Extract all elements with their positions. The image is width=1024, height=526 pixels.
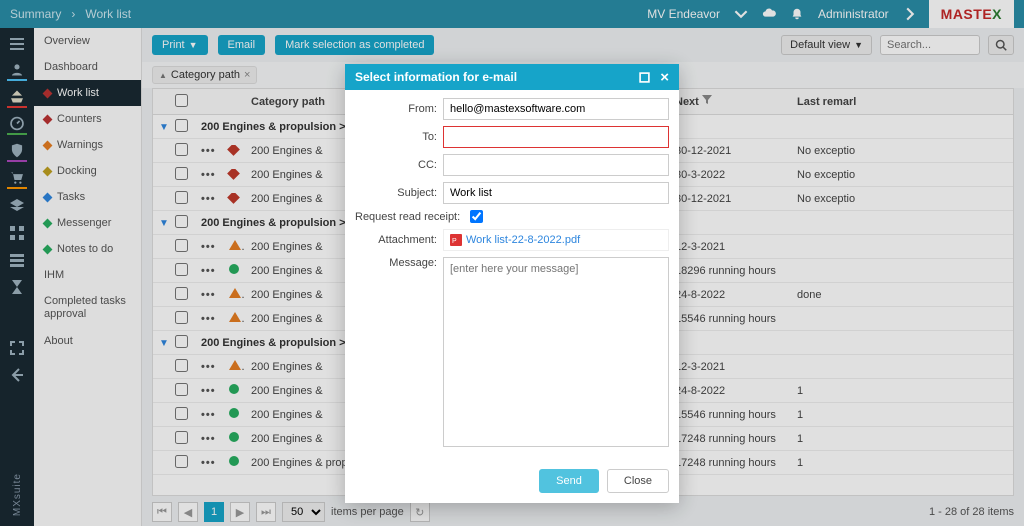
receipt-checkbox[interactable] — [470, 210, 483, 223]
to-label: To: — [355, 131, 443, 143]
close-icon[interactable]: × — [660, 70, 669, 85]
attachment-link[interactable]: P Work list-22-8-2022.pdf — [443, 229, 669, 251]
from-label: From: — [355, 103, 443, 115]
send-button[interactable]: Send — [539, 469, 599, 493]
from-field[interactable] — [443, 98, 669, 120]
attach-label: Attachment: — [355, 234, 443, 246]
modal-header[interactable]: Select information for e-mail × — [345, 64, 679, 90]
cc-label: CC: — [355, 159, 443, 171]
receipt-label: Request read receipt: — [355, 211, 466, 223]
subject-label: Subject: — [355, 187, 443, 199]
close-button[interactable]: Close — [607, 469, 669, 493]
modal-title: Select information for e-mail — [355, 70, 517, 84]
cc-field[interactable] — [443, 154, 669, 176]
maximize-icon[interactable] — [639, 72, 650, 83]
svg-text:P: P — [452, 238, 457, 245]
email-modal: Select information for e-mail × From: To… — [345, 64, 679, 503]
message-field[interactable] — [443, 257, 669, 447]
subject-field[interactable] — [443, 182, 669, 204]
to-field[interactable] — [443, 126, 669, 148]
pdf-icon: P — [450, 234, 462, 246]
message-label: Message: — [355, 257, 443, 269]
